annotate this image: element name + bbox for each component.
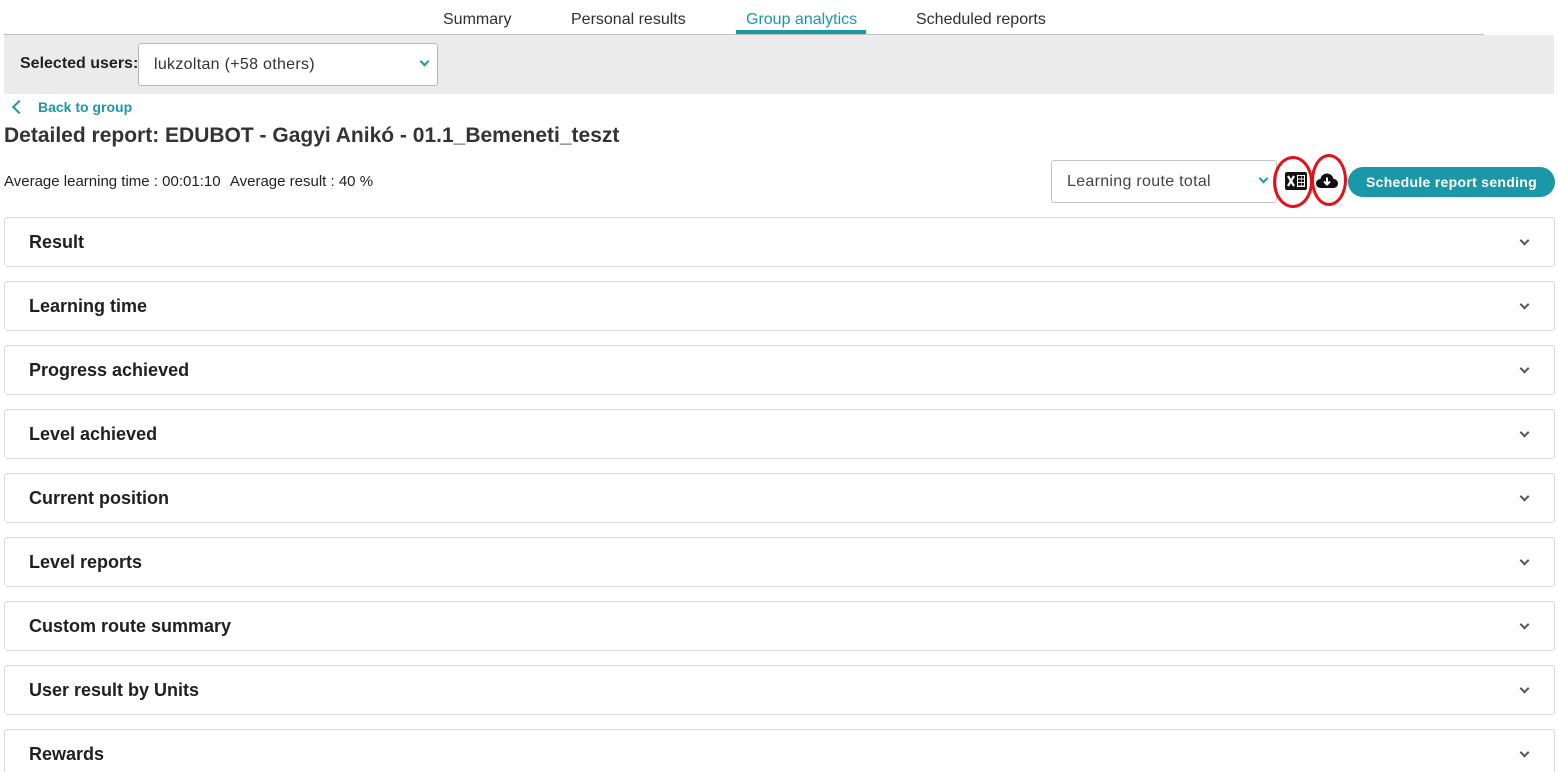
page-title: Detailed report: EDUBOT - Gagyi Anikó - … [4, 124, 620, 147]
section-custom-route-summary[interactable]: Custom route summary [4, 601, 1555, 651]
section-title: Level achieved [29, 424, 158, 444]
chevron-down-icon [1519, 427, 1530, 438]
learning-route-dropdown[interactable]: Learning route total [1051, 160, 1277, 203]
section-user-result-by-units[interactable]: User result by Units [4, 665, 1555, 715]
chevron-down-icon [1519, 363, 1530, 374]
tab-scheduled-reports[interactable]: Scheduled reports [916, 11, 1046, 29]
active-tab-indicator [736, 30, 866, 34]
chevron-left-icon [11, 99, 27, 115]
back-to-group-label: Back to group [38, 99, 133, 115]
section-result[interactable]: Result [4, 217, 1555, 267]
chevron-down-icon [419, 56, 430, 67]
chevron-down-icon [1519, 619, 1530, 630]
selected-users-label: Selected users: [20, 55, 139, 72]
selected-users-bar: Selected users: lukzoltan (+58 others) [4, 35, 1554, 94]
highlight-circle-download [1311, 154, 1347, 206]
section-level-reports[interactable]: Level reports [4, 537, 1555, 587]
section-progress-achieved[interactable]: Progress achieved [4, 345, 1555, 395]
chevron-down-icon [1519, 683, 1530, 694]
learning-route-value: Learning route total [1067, 173, 1211, 190]
selected-users-dropdown[interactable]: lukzoltan (+58 others) [138, 43, 438, 86]
section-title: Rewards [29, 744, 105, 764]
chevron-down-icon [1519, 299, 1530, 310]
selected-users-value: lukzoltan (+58 others) [154, 56, 315, 73]
average-result: Average result : 40 % [229, 173, 374, 190]
section-current-position[interactable]: Current position [4, 473, 1555, 523]
schedule-report-sending-button[interactable]: Schedule report sending [1348, 167, 1555, 197]
section-title: Level reports [29, 552, 143, 572]
chevron-down-icon [1258, 173, 1269, 184]
chevron-down-icon [1519, 491, 1530, 502]
section-title: Progress achieved [29, 360, 190, 380]
section-title: User result by Units [29, 680, 200, 700]
section-title: Current position [29, 488, 169, 508]
tab-group-analytics[interactable]: Group analytics [746, 11, 857, 29]
highlight-circle-excel [1273, 156, 1313, 208]
average-learning-time: Average learning time : 00:01:10 [4, 173, 221, 190]
top-tabs: Summary Personal results Group analytics… [0, 0, 1558, 36]
section-rewards[interactable]: Rewards [4, 729, 1555, 772]
section-title: Learning time [29, 296, 148, 316]
chevron-down-icon [1519, 235, 1530, 246]
section-learning-time[interactable]: Learning time [4, 281, 1555, 331]
tab-personal-results[interactable]: Personal results [571, 11, 686, 29]
section-title: Result [29, 232, 85, 252]
report-stats: Average learning time : 00:01:10 Average… [4, 173, 379, 190]
tab-summary[interactable]: Summary [443, 11, 511, 29]
section-title: Custom route summary [29, 616, 232, 636]
section-level-achieved[interactable]: Level achieved [4, 409, 1555, 459]
chevron-down-icon [1519, 747, 1530, 758]
chevron-down-icon [1519, 555, 1530, 566]
back-to-group-link[interactable]: Back to group [10, 97, 132, 117]
